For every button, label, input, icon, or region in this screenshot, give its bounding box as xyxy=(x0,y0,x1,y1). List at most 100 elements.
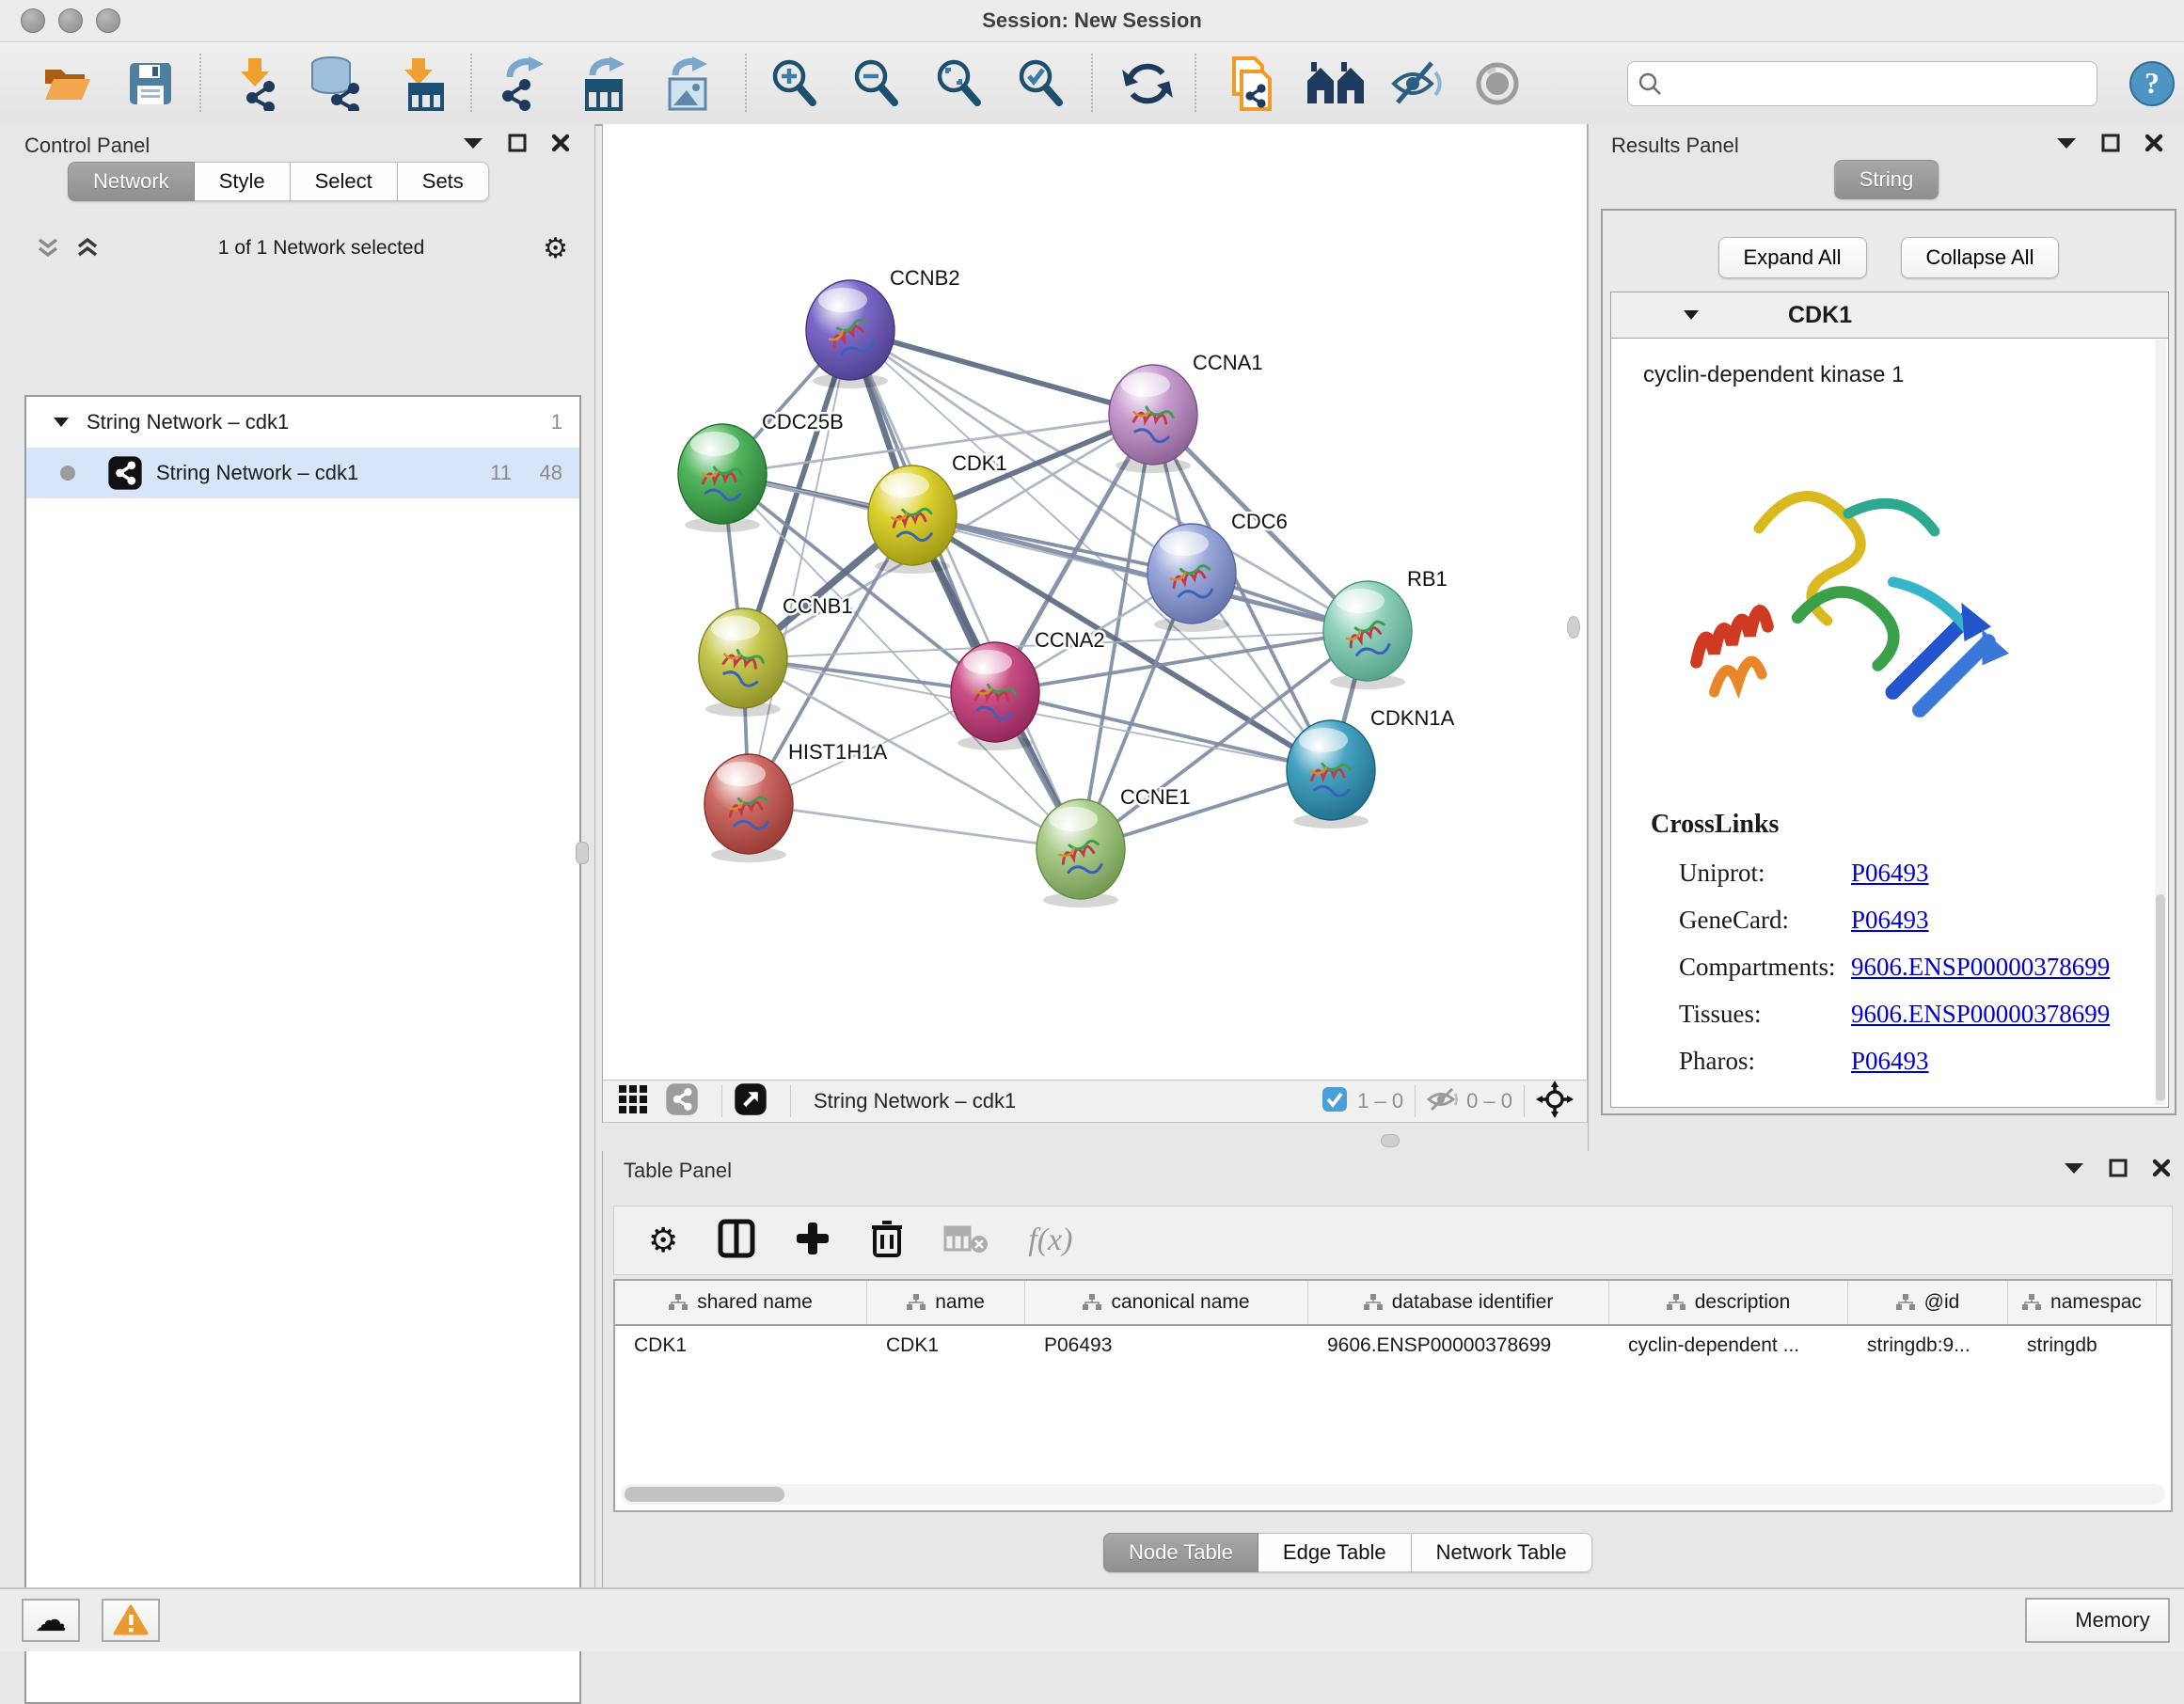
tab-select[interactable]: Select xyxy=(291,162,398,201)
expand-all-icon[interactable] xyxy=(75,237,100,260)
tab-edge-table[interactable]: Edge Table xyxy=(1258,1533,1412,1572)
crosslink-link[interactable]: 9606.ENSP00000378699 xyxy=(1851,1000,2110,1029)
float-panel-icon[interactable] xyxy=(508,134,527,152)
collapse-all-button[interactable]: Collapse All xyxy=(1901,237,2060,278)
refresh-view-icon[interactable] xyxy=(1121,58,1174,109)
column-header-canonical-name[interactable]: canonical name xyxy=(1025,1281,1308,1324)
gene-disclosure-icon[interactable] xyxy=(1683,309,1700,321)
network-node-CDKN1A[interactable]: CDKN1A xyxy=(1287,706,1455,828)
open-session-icon[interactable] xyxy=(41,62,94,105)
right-splitter-handle[interactable] xyxy=(1567,616,1580,639)
column-header-shared-name[interactable]: shared name xyxy=(615,1281,867,1324)
network-edge[interactable] xyxy=(749,804,1081,849)
export-image-icon[interactable] xyxy=(660,56,715,111)
crosslink-link[interactable]: P06493 xyxy=(1851,1047,1929,1076)
crosslink-link[interactable]: P06493 xyxy=(1851,859,1929,888)
memory-button[interactable]: Memory xyxy=(2025,1598,2170,1643)
selected-checkbox-icon[interactable] xyxy=(1321,1086,1348,1117)
hidden-eye-icon[interactable] xyxy=(1427,1086,1459,1117)
column-header-database-identifier[interactable]: database identifier xyxy=(1308,1281,1609,1324)
network-edge[interactable] xyxy=(995,692,1331,770)
table-scrollbar-thumb[interactable] xyxy=(625,1487,784,1502)
show-columns-icon[interactable] xyxy=(718,1219,755,1263)
string-network-svg[interactable]: CCNB2 CCNA1 CDC25B CDK1 CDC6 RB1 CCNB1 xyxy=(603,124,1587,1078)
crosslink-link[interactable]: P06493 xyxy=(1851,906,1929,935)
zoom-in-icon[interactable] xyxy=(769,58,820,109)
cloud-button[interactable]: ☁ xyxy=(22,1599,80,1642)
grid-view-icon[interactable] xyxy=(618,1084,648,1119)
close-panel-icon[interactable] xyxy=(2144,134,2163,152)
table-cell[interactable]: cyclin-dependent ... xyxy=(1609,1326,1848,1365)
table-cell[interactable]: P06493 xyxy=(1025,1326,1308,1365)
tab-sets[interactable]: Sets xyxy=(398,162,489,201)
network-node-HIST1H1A[interactable]: HIST1H1A xyxy=(704,740,887,862)
tab-network[interactable]: Network xyxy=(68,162,195,201)
panel-menu-icon[interactable] xyxy=(2064,1161,2084,1175)
export-network-icon[interactable] xyxy=(491,56,547,111)
open-in-window-icon[interactable] xyxy=(734,1082,768,1121)
warning-button[interactable] xyxy=(102,1599,160,1642)
add-column-icon[interactable] xyxy=(795,1221,831,1261)
close-panel-icon[interactable] xyxy=(551,134,570,152)
network-edge[interactable] xyxy=(749,330,850,804)
column-header-@id[interactable]: @id xyxy=(1848,1281,2008,1324)
help-icon[interactable]: ? xyxy=(2128,59,2176,108)
horizontal-splitter-handle[interactable] xyxy=(1381,1134,1400,1147)
show-graphics-details-icon[interactable] xyxy=(1473,60,1526,107)
export-table-icon[interactable] xyxy=(576,56,630,111)
clone-network-icon[interactable] xyxy=(1221,55,1275,113)
table-cell[interactable]: CDK1 xyxy=(867,1326,1025,1365)
birdseye-navigator-icon[interactable] xyxy=(1536,1081,1574,1123)
delete-table-icon[interactable] xyxy=(943,1223,989,1258)
import-table-from-file-icon[interactable] xyxy=(393,56,446,111)
network-canvas[interactable]: CCNB2 CCNA1 CDC25B CDK1 CDC6 RB1 CCNB1 xyxy=(602,124,1588,1080)
hide-graphics-details-icon[interactable] xyxy=(1390,59,1445,108)
search-field[interactable] xyxy=(1627,61,2097,106)
float-panel-icon[interactable] xyxy=(2101,134,2120,152)
search-input[interactable] xyxy=(1662,71,2087,96)
network-node-CCNA1[interactable]: CCNA1 xyxy=(1109,351,1263,473)
network-node-CCNB2[interactable]: CCNB2 xyxy=(806,266,960,388)
tab-string[interactable]: String xyxy=(1834,160,1939,199)
vertical-splitter-handle[interactable] xyxy=(576,842,589,864)
network-node-CCNB1[interactable]: CCNB1 xyxy=(699,594,853,717)
zoom-selected-icon[interactable] xyxy=(1016,58,1067,109)
tab-network-table[interactable]: Network Table xyxy=(1412,1533,1592,1572)
zoom-fit-icon[interactable] xyxy=(934,58,985,109)
expand-all-button[interactable]: Expand All xyxy=(1718,237,1867,278)
network-row-selected[interactable]: String Network – cdk1 11 48 xyxy=(26,448,579,498)
zoom-out-icon[interactable] xyxy=(851,58,902,109)
float-panel-icon[interactable] xyxy=(2109,1159,2128,1177)
tab-node-table[interactable]: Node Table xyxy=(1103,1533,1258,1572)
table-cell[interactable]: CDK1 xyxy=(615,1326,867,1365)
close-panel-icon[interactable] xyxy=(2152,1159,2171,1177)
network-edge[interactable] xyxy=(912,515,1368,631)
string-share-icon[interactable] xyxy=(665,1082,699,1121)
import-network-from-file-icon[interactable] xyxy=(228,56,284,111)
network-edge[interactable] xyxy=(850,330,1081,849)
table-cell[interactable]: stringdb xyxy=(2008,1326,2157,1365)
home-icon[interactable] xyxy=(1306,60,1366,107)
network-node-RB1[interactable]: RB1 xyxy=(1323,567,1448,689)
table-settings-gear-icon[interactable]: ⚙ xyxy=(648,1221,678,1260)
crosslink-link[interactable]: 9606.ENSP00000378699 xyxy=(1851,953,2110,982)
save-session-icon[interactable] xyxy=(128,61,173,106)
column-header-description[interactable]: description xyxy=(1609,1281,1848,1324)
results-scrollbar[interactable] xyxy=(2155,339,2166,1105)
delete-column-icon[interactable] xyxy=(870,1219,904,1263)
import-network-from-database-icon[interactable] xyxy=(307,56,365,111)
panel-menu-icon[interactable] xyxy=(2056,136,2077,150)
tab-style[interactable]: Style xyxy=(195,162,291,201)
column-header-name[interactable]: name xyxy=(867,1281,1025,1324)
column-header-namespac[interactable]: namespac xyxy=(2008,1281,2157,1324)
collapse-all-icon[interactable] xyxy=(36,237,60,260)
gene-section-header[interactable]: CDK1 xyxy=(1610,292,2169,339)
panel-menu-icon[interactable] xyxy=(463,136,483,150)
collection-disclosure-icon[interactable] xyxy=(53,417,70,428)
table-horizontal-scrollbar[interactable] xyxy=(621,1484,2165,1505)
apply-function-icon[interactable]: f(x) xyxy=(1028,1223,1072,1258)
table-row[interactable]: CDK1CDK1P064939606.ENSP00000378699cyclin… xyxy=(615,1326,2171,1365)
network-collection-row[interactable]: String Network – cdk1 1 xyxy=(26,397,579,448)
network-options-gear-icon[interactable]: ⚙ xyxy=(543,232,568,265)
table-cell[interactable]: stringdb:9... xyxy=(1848,1326,2008,1365)
